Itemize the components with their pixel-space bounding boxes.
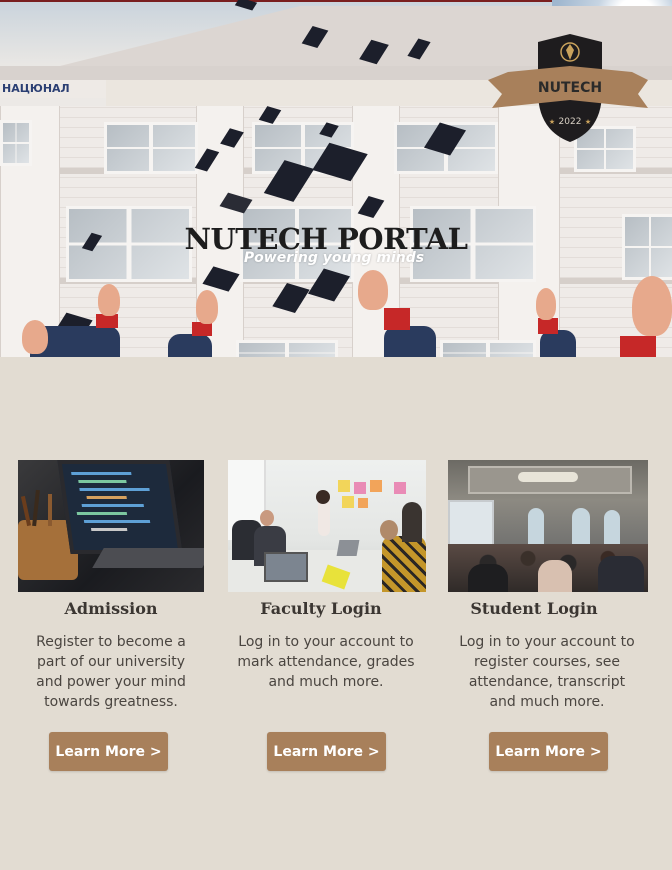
admission-learn-more-button[interactable]: Learn More > (49, 732, 168, 771)
student-login-description: Log in to your account to register cours… (459, 634, 635, 710)
building-sign: НАЦЮНАЛ (0, 80, 108, 98)
faculty-login-heading: Faculty Login (260, 599, 382, 618)
building-window (104, 122, 198, 174)
student-arm (168, 334, 212, 357)
student-hand (536, 288, 556, 320)
nutech-badge-logo: NUTECH 2022 ★ ★ (488, 34, 648, 142)
student-hand (98, 284, 120, 316)
laptop-code-image (18, 460, 204, 592)
admission-heading: Admission (64, 599, 158, 618)
gown-cuff (538, 318, 558, 334)
student-hand (22, 320, 48, 354)
lecture-hall-image (448, 460, 648, 592)
admission-description: Register to become a part of our univers… (36, 634, 186, 710)
gown-cuff (192, 322, 212, 336)
student-arm (540, 330, 576, 357)
badge-name: NUTECH (538, 80, 602, 96)
student-arm (384, 326, 436, 357)
student-login-heading: Student Login (470, 599, 598, 618)
building-window (0, 120, 32, 166)
svg-text:★: ★ (585, 118, 591, 126)
student-hand (632, 276, 672, 336)
building-window (236, 340, 338, 357)
badge-year: 2022 (559, 117, 582, 127)
faculty-login-learn-more-button[interactable]: Learn More > (267, 732, 386, 771)
student-hand (196, 290, 218, 324)
hero-banner: НАЦЮНАЛ NUTECH 2022 ★ ★ NUTECH PORTAL Po… (0, 0, 672, 357)
meeting-room-image (228, 460, 426, 592)
student-hand (358, 270, 388, 310)
building-window (440, 340, 536, 357)
page-tagline: Powering young minds (243, 250, 425, 266)
gown-cuff (96, 314, 118, 328)
gown-cuff (620, 336, 656, 357)
student-login-learn-more-button[interactable]: Learn More > (489, 732, 608, 771)
svg-text:★: ★ (549, 118, 555, 126)
gown-cuff (384, 308, 410, 330)
faculty-login-description: Log in to your account to mark attendanc… (237, 634, 415, 690)
